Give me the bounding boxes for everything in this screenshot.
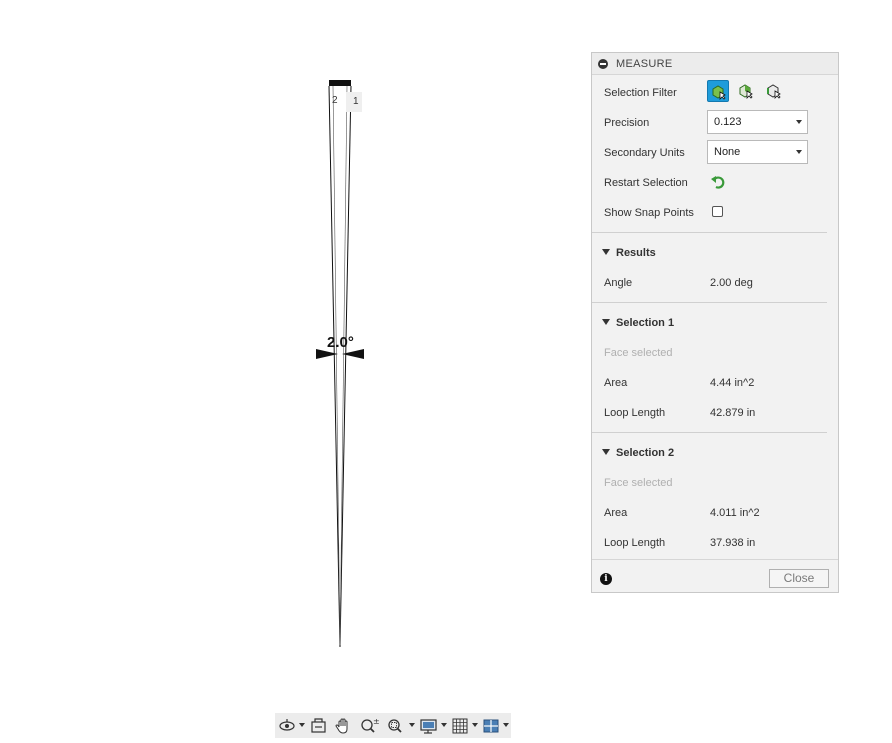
selection2-area-label: Area [604, 507, 628, 519]
display-caret-icon[interactable] [441, 723, 447, 727]
selection1-status: Face selected [604, 347, 673, 359]
show-snap-points-checkbox[interactable] [712, 206, 723, 217]
secondary-units-dropdown[interactable]: None [707, 140, 808, 164]
secondary-units-value: None [714, 146, 741, 158]
look-at-icon[interactable] [308, 717, 330, 735]
selection2-status: Face selected [604, 477, 673, 489]
measure-panel: MEASURE Selection Filter Precision 0.123… [591, 52, 839, 593]
selection2-loop-label: Loop Length [604, 537, 666, 549]
wedge-edge-left [328, 85, 341, 648]
navigation-toolbar: ± [275, 713, 511, 738]
display-settings-icon[interactable] [418, 717, 440, 735]
precision-dropdown[interactable]: 0.123 [707, 110, 808, 134]
grid-icon[interactable] [450, 717, 472, 735]
triangle-down-icon [602, 249, 610, 255]
angle-value: 2.00 deg [710, 277, 753, 289]
selection2-section-header[interactable]: Selection 2 [602, 447, 674, 459]
divider [592, 232, 827, 233]
selection2-area-value: 4.011 in^2 [710, 507, 760, 519]
precision-label: Precision [604, 117, 650, 129]
fit-caret-icon[interactable] [409, 723, 415, 727]
chevron-down-icon [796, 150, 802, 154]
results-section-header[interactable]: Results [602, 247, 656, 259]
pan-icon[interactable] [333, 717, 355, 735]
chevron-down-icon [796, 120, 802, 124]
panel-header: MEASURE [592, 53, 838, 75]
zoom-icon[interactable]: ± [358, 717, 380, 735]
secondary-units-label: Secondary Units [604, 147, 685, 159]
selection2-header-text: Selection 2 [616, 447, 675, 459]
select-body-icon[interactable] [707, 80, 729, 102]
orbit-caret-icon[interactable] [299, 723, 305, 727]
select-edge-icon[interactable] [763, 80, 785, 102]
wedge-top-face [329, 80, 351, 86]
divider [592, 302, 827, 303]
restart-selection-icon[interactable] [710, 174, 726, 193]
grid-caret-icon[interactable] [472, 723, 478, 727]
panel-title: MEASURE [616, 58, 673, 70]
selection2-loop-value: 37.938 in [710, 537, 756, 549]
face-label-1: 1 [353, 96, 359, 107]
info-icon[interactable]: i [600, 573, 612, 585]
angle-annotation: 2.0° [327, 334, 354, 351]
svg-text:±: ± [373, 717, 380, 726]
precision-value: 0.123 [714, 116, 742, 128]
selection1-area-value: 4.44 in^2 [710, 377, 755, 389]
angle-label: Angle [604, 277, 633, 289]
fit-icon[interactable] [385, 717, 407, 735]
viewports-caret-icon[interactable] [503, 723, 509, 727]
viewports-icon[interactable] [481, 717, 503, 735]
selection1-loop-value: 42.879 in [710, 407, 756, 419]
selection1-section-header[interactable]: Selection 1 [602, 317, 674, 329]
close-button[interactable]: Close [769, 569, 829, 588]
triangle-down-icon [602, 319, 610, 325]
restart-selection-label: Restart Selection [604, 177, 688, 189]
selection1-header-text: Selection 1 [616, 317, 675, 329]
results-header-text: Results [616, 247, 656, 259]
orbit-icon[interactable] [277, 717, 299, 735]
triangle-down-icon [602, 449, 610, 455]
face-label-2: 2 [332, 95, 338, 106]
wedge-edge-right [339, 85, 352, 648]
selection1-area-label: Area [604, 377, 628, 389]
show-snap-points-label: Show Snap Points [604, 207, 694, 219]
collapse-icon[interactable] [598, 59, 608, 69]
divider [592, 432, 827, 433]
selection1-loop-label: Loop Length [604, 407, 666, 419]
panel-footer: i Close [592, 559, 838, 593]
select-face-icon[interactable] [735, 80, 757, 102]
selection-filter-label: Selection Filter [604, 87, 677, 99]
